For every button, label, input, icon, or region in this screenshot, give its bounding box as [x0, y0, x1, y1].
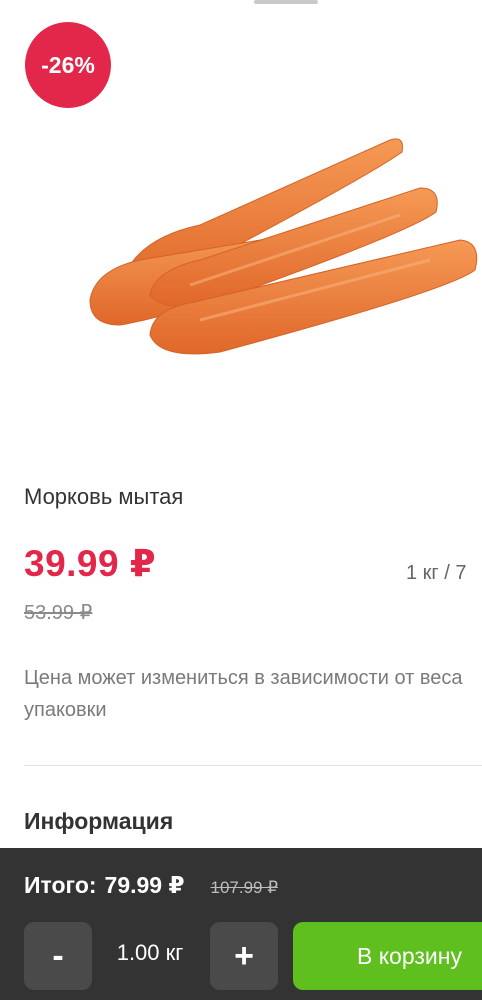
product-image: [70, 120, 482, 380]
add-to-cart-label: В корзину: [357, 942, 462, 969]
decrease-quantity-button[interactable]: -: [24, 922, 92, 990]
price-note: Цена может измениться в зависимости от в…: [24, 662, 482, 726]
plus-icon: +: [234, 936, 254, 975]
total-row: Итого: 79.99 ₽ 107.99 ₽: [24, 872, 278, 899]
increase-quantity-button[interactable]: +: [210, 922, 278, 990]
info-heading: Информация: [24, 808, 174, 834]
old-price: 53.99 ₽: [24, 602, 93, 624]
divider: [24, 765, 482, 766]
total-value: 79.99 ₽: [104, 872, 185, 898]
current-price: 39.99 ₽: [24, 543, 157, 584]
carrots-icon: [89, 138, 478, 355]
quantity-value: 1.00 кг: [116, 940, 184, 965]
minus-icon: -: [52, 936, 64, 975]
sheet-handle[interactable]: [254, 0, 318, 4]
add-to-cart-button[interactable]: В корзину: [293, 922, 482, 990]
total-label: Итого:: [24, 872, 97, 898]
price-note-text: Цена может измениться в зависимости от в…: [24, 667, 463, 721]
discount-text: -26%: [41, 51, 95, 78]
discount-badge: -26%: [25, 22, 111, 108]
product-title: Морковь мытая: [24, 484, 184, 509]
unit-price: 1 кг / 7: [406, 562, 467, 584]
total-old-price: 107.99 ₽: [210, 878, 279, 897]
